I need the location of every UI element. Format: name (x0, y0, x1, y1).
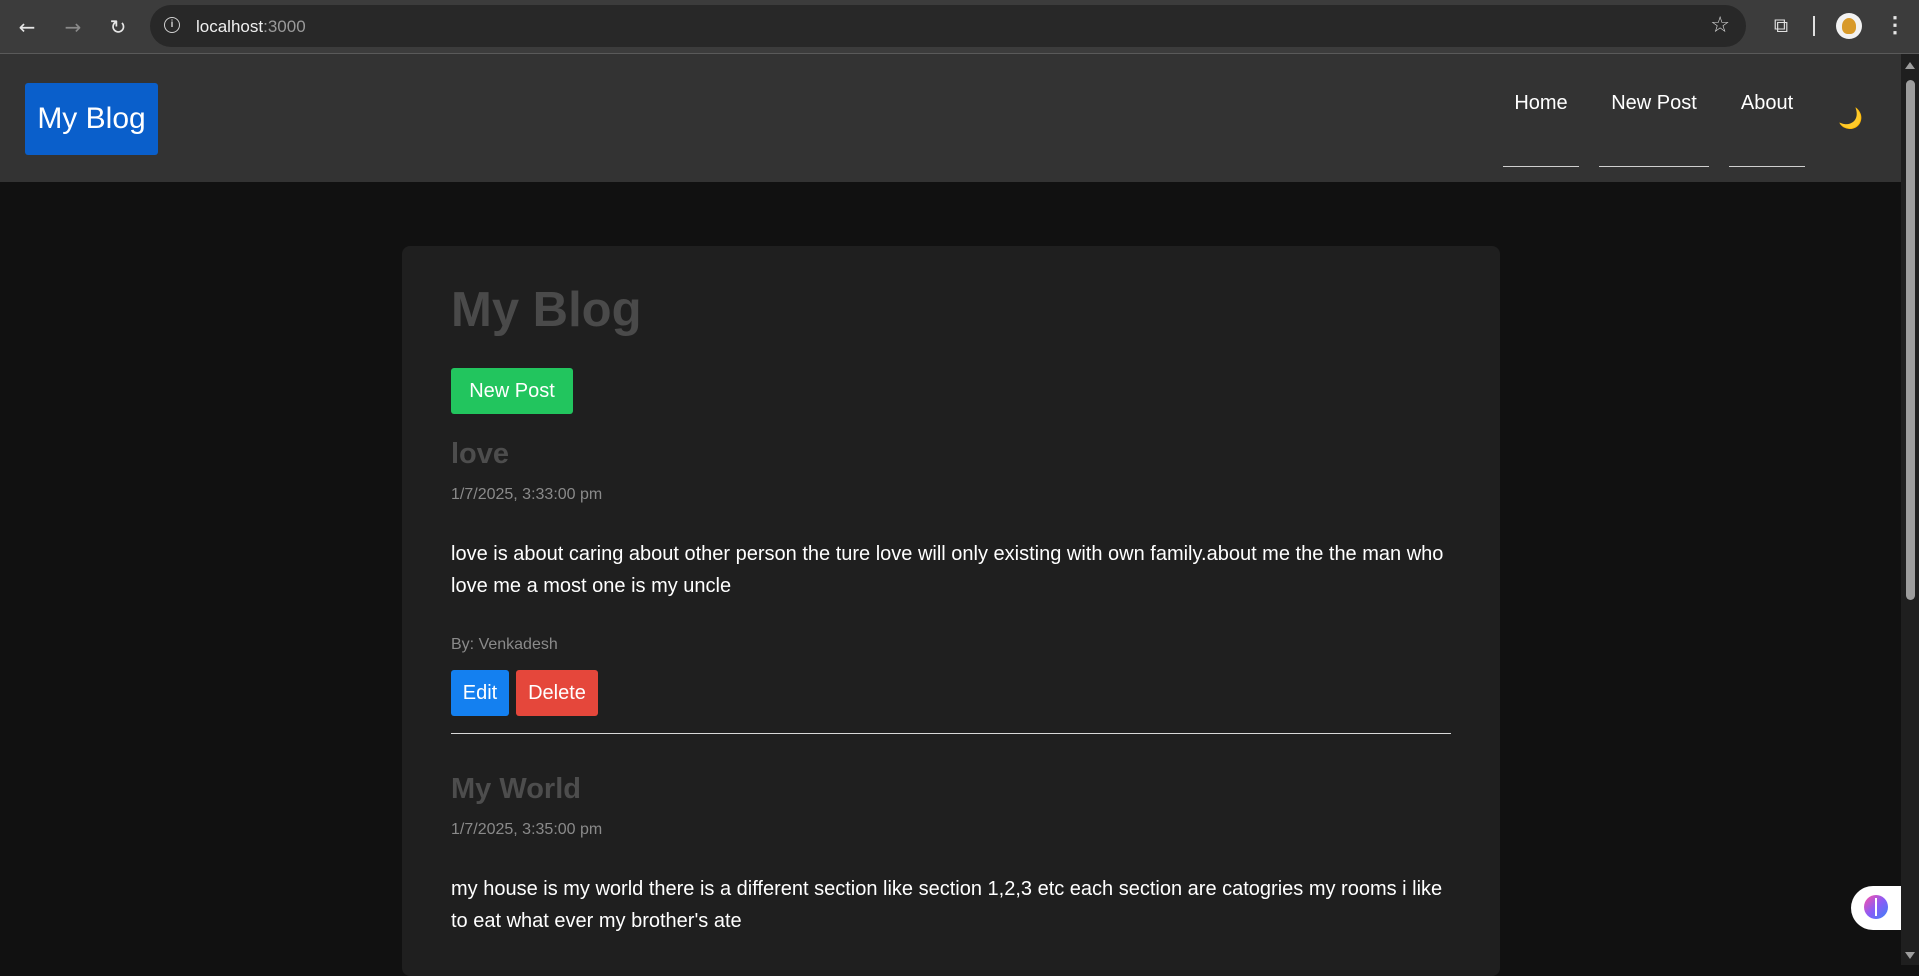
post-author: By: Venkadesh (451, 636, 558, 653)
nav-about-underline (1729, 166, 1805, 167)
browser-menu-icon[interactable]: ⋮ (1884, 13, 1906, 39)
url-text[interactable]: localhost:3000 (196, 17, 306, 37)
address-bar[interactable]: i localhost:3000 ☆ (150, 5, 1746, 47)
site-info-icon[interactable]: i (164, 17, 180, 33)
site-logo[interactable]: My Blog (25, 83, 158, 155)
profile-avatar[interactable] (1836, 13, 1862, 39)
site-header: My Blog Home New Post About 🌙 (0, 54, 1901, 182)
browser-toolbar: ← → ↻ i localhost:3000 ☆ ⧉ ⋮ (0, 0, 1919, 54)
post-body: love is about caring about other person … (451, 543, 1444, 597)
nav-new-post-underline (1599, 166, 1709, 167)
post-date: 1/7/2025, 3:33:00 pm (451, 486, 603, 503)
nav-home-label: Home (1514, 92, 1568, 114)
post-date: 1/7/2025, 3:35:00 pm (451, 821, 603, 838)
nav-about-label: About (1740, 92, 1794, 114)
assistant-widget[interactable] (1851, 886, 1901, 930)
extensions-icon[interactable]: ⧉ (1768, 13, 1794, 39)
toolbar-separator (1813, 16, 1815, 36)
bookmark-star-icon[interactable]: ☆ (1710, 13, 1730, 38)
blog-card: My Blog New Post love 1/7/2025, 3:33:00 … (402, 246, 1500, 976)
post-body: my house is my world there is a differen… (451, 878, 1443, 932)
forward-icon[interactable]: → (58, 12, 88, 42)
nav-about[interactable]: About (1729, 92, 1805, 167)
post-title: love (451, 438, 510, 470)
page-title: My Blog (451, 283, 642, 337)
scroll-down-icon[interactable] (1905, 952, 1915, 959)
delete-button[interactable]: Delete (516, 670, 598, 716)
scrollbar-thumb[interactable] (1906, 80, 1915, 600)
theme-toggle-moon-icon[interactable]: 🌙 (1838, 106, 1863, 130)
nav-new-post-label: New Post (1611, 92, 1697, 114)
nav-home-underline (1503, 166, 1579, 167)
back-icon[interactable]: ← (12, 12, 42, 42)
brain-icon (1864, 895, 1888, 919)
page-scrollbar[interactable] (1901, 54, 1919, 965)
nav-new-post[interactable]: New Post (1599, 92, 1709, 167)
scroll-up-icon[interactable] (1905, 62, 1915, 69)
url-host: localhost (196, 17, 264, 36)
nav-home[interactable]: Home (1503, 92, 1579, 167)
reload-icon[interactable]: ↻ (103, 12, 133, 42)
edit-button[interactable]: Edit (451, 670, 509, 716)
post-divider (451, 733, 1451, 734)
new-post-button[interactable]: New Post (451, 368, 573, 414)
url-port: :3000 (263, 17, 306, 36)
post-title: My World (451, 773, 581, 805)
